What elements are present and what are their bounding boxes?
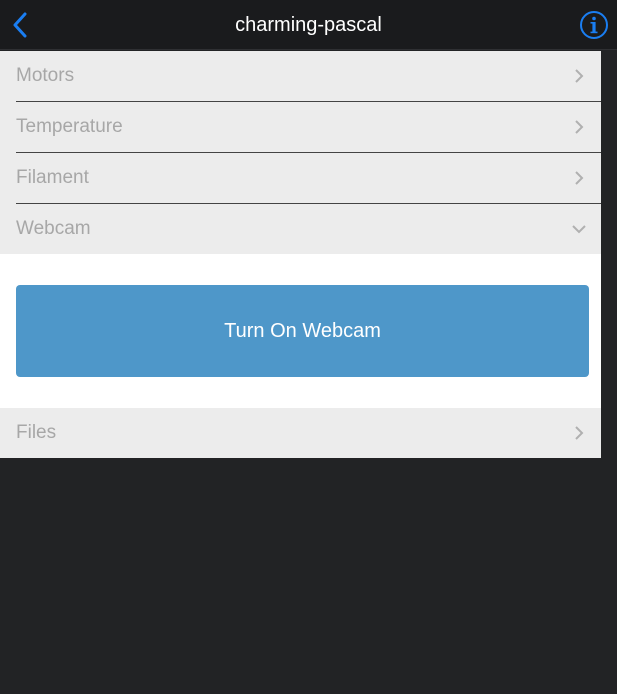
chevron-right-icon [575,120,584,134]
chevron-right-icon [575,171,584,185]
turn-on-webcam-button[interactable]: Turn On Webcam [16,285,589,377]
chevron-down-icon [572,225,586,234]
info-button[interactable] [579,10,609,40]
section-label: Webcam [16,218,91,239]
navigation-bar: charming-pascal [0,0,617,50]
info-circle-icon [580,11,608,39]
page-title: charming-pascal [235,14,382,36]
sections-panel: Motors Temperature Filament Webcam Turn [0,51,601,458]
back-button[interactable] [0,0,40,50]
section-filament[interactable]: Filament [16,153,601,204]
webcam-panel: Turn On Webcam [0,254,601,408]
section-label: Filament [16,167,89,188]
section-webcam[interactable]: Webcam [16,204,601,254]
section-label: Temperature [16,116,123,137]
chevron-right-icon [575,69,584,83]
section-temperature[interactable]: Temperature [16,102,601,153]
page: charming-pascal Motors Temperature Filam… [0,0,617,694]
chevron-right-icon [575,426,584,440]
section-label: Motors [16,65,75,86]
section-label: Files [16,422,57,443]
section-files[interactable]: Files [16,408,601,458]
chevron-left-icon [13,12,27,38]
section-motors[interactable]: Motors [16,51,601,102]
